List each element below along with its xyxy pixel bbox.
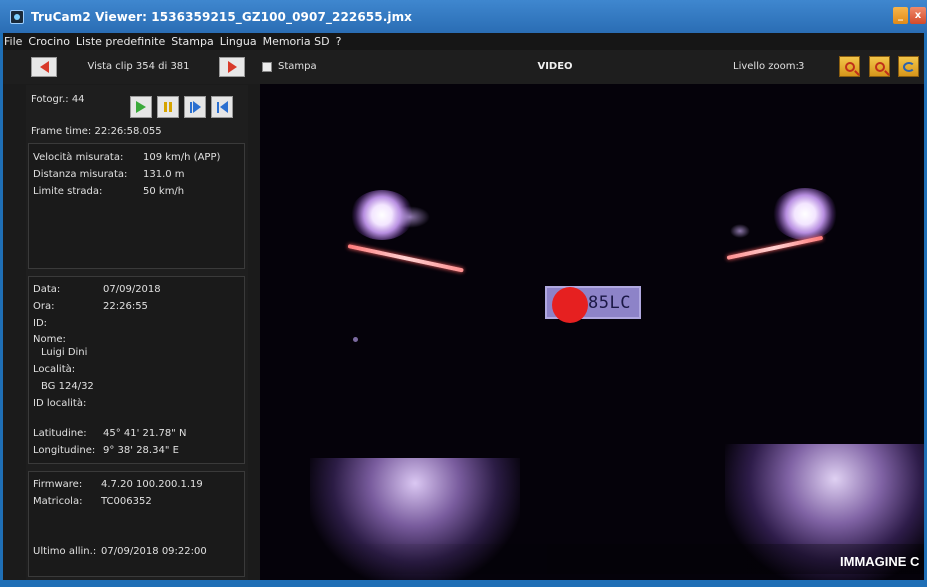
distance-label: Distanza misurata: <box>33 169 128 180</box>
menu-liste-predefinite[interactable]: Liste predefinite <box>76 35 165 48</box>
latitude-label: Latitudine: <box>33 428 87 439</box>
limit-label: Limite strada: <box>33 186 103 197</box>
toolbar: Vista clip 354 di 381 Stampa VIDEO Livel… <box>0 50 927 84</box>
menu-help[interactable]: ? <box>336 35 342 48</box>
light-speck <box>353 337 358 342</box>
zoom-out-button[interactable] <box>869 56 890 77</box>
time-label: Ora: <box>33 301 55 312</box>
left-light-streak <box>347 244 464 273</box>
last-alignment-value: 07/09/2018 09:22:00 <box>101 546 207 557</box>
reset-icon <box>902 61 915 72</box>
pause-button[interactable] <box>157 96 179 118</box>
right-light-streak <box>726 235 824 260</box>
zoom-in-button[interactable] <box>839 56 860 77</box>
menu-memoria-sd[interactable]: Memoria SD <box>263 35 330 48</box>
zoom-in-icon <box>844 61 855 72</box>
window-frame-left <box>0 33 3 587</box>
photo-number: Fotogr.: 44 <box>31 94 85 105</box>
next-clip-button[interactable] <box>219 57 245 77</box>
skip-to-start-icon <box>216 101 228 113</box>
minimize-button[interactable]: _ <box>893 7 908 24</box>
arrow-right-icon <box>227 61 237 73</box>
speed-value: 109 km/h (APP) <box>143 152 221 163</box>
right-headlight <box>772 188 838 240</box>
play-button[interactable] <box>130 96 152 118</box>
serial-label: Matricola: <box>33 496 83 507</box>
right-headlight-flare <box>730 224 750 238</box>
watermark-band <box>260 544 927 574</box>
step-forward-icon <box>189 101 201 113</box>
close-button[interactable]: x <box>910 7 926 24</box>
location-id-label: ID località: <box>33 398 87 409</box>
firmware-value: 4.7.20 100.200.1.19 <box>101 479 203 490</box>
limit-value: 50 km/h <box>143 186 185 197</box>
title-bar[interactable]: TruCam2 Viewer: 1536359215_GZ100_0907_22… <box>0 0 927 33</box>
id-label: ID: <box>33 318 48 329</box>
longitude-value: 9° 38' 28.34" E <box>103 445 179 456</box>
menu-file[interactable]: File <box>4 35 22 48</box>
go-first-button[interactable] <box>211 96 233 118</box>
redaction-dot <box>552 287 588 323</box>
location-value: BG 124/32 <box>41 381 94 392</box>
step-forward-button[interactable] <box>184 96 206 118</box>
name-value: Luigi Dini <box>41 347 88 358</box>
longitude-label: Longitudine: <box>33 445 96 456</box>
date-value: 07/09/2018 <box>103 284 161 295</box>
menu-crocino[interactable]: Crocino <box>28 35 70 48</box>
watermark-text: IMMAGINE C <box>840 554 920 569</box>
arrow-left-icon <box>39 61 49 73</box>
window-title: TruCam2 Viewer: 1536359215_GZ100_0907_22… <box>31 9 413 24</box>
distance-value: 131.0 m <box>143 169 185 180</box>
name-label: Nome: <box>33 334 66 345</box>
reset-zoom-button[interactable] <box>898 56 919 77</box>
video-frame[interactable]: 685LC IMMAGINE C <box>260 84 927 580</box>
window-frame-bottom <box>0 580 927 587</box>
time-value: 22:26:55 <box>103 301 148 312</box>
location-label: Località: <box>33 364 76 375</box>
date-label: Data: <box>33 284 61 295</box>
print-checkbox[interactable] <box>262 62 272 72</box>
frame-time: Frame time: 22:26:58.055 <box>31 126 162 137</box>
print-checkbox-label: Stampa <box>278 61 317 72</box>
firmware-label: Firmware: <box>33 479 83 490</box>
clip-counter: Vista clip 354 di 381 <box>87 61 190 72</box>
latitude-value: 45° 41' 21.78" N <box>103 428 187 439</box>
play-icon <box>136 101 146 113</box>
zoom-level-value: 3 <box>798 61 805 72</box>
zoom-out-icon <box>874 61 885 72</box>
menu-lingua[interactable]: Lingua <box>220 35 257 48</box>
left-headlight-flare <box>390 206 430 228</box>
app-window: TruCam2 Viewer: 1536359215_GZ100_0907_22… <box>0 0 927 587</box>
previous-clip-button[interactable] <box>31 57 57 77</box>
pause-icon <box>164 102 172 112</box>
menu-stampa[interactable]: Stampa <box>171 35 213 48</box>
zoom-level-label: Livello zoom: <box>733 61 799 72</box>
last-alignment-label: Ultimo allin.: <box>33 546 97 557</box>
serial-value: TC006352 <box>101 496 152 507</box>
app-camera-icon <box>10 9 24 24</box>
speed-label: Velocità misurata: <box>33 152 124 163</box>
menu-bar: File Crocino Liste predefinite Stampa Li… <box>0 33 927 50</box>
video-heading: VIDEO <box>537 61 573 72</box>
